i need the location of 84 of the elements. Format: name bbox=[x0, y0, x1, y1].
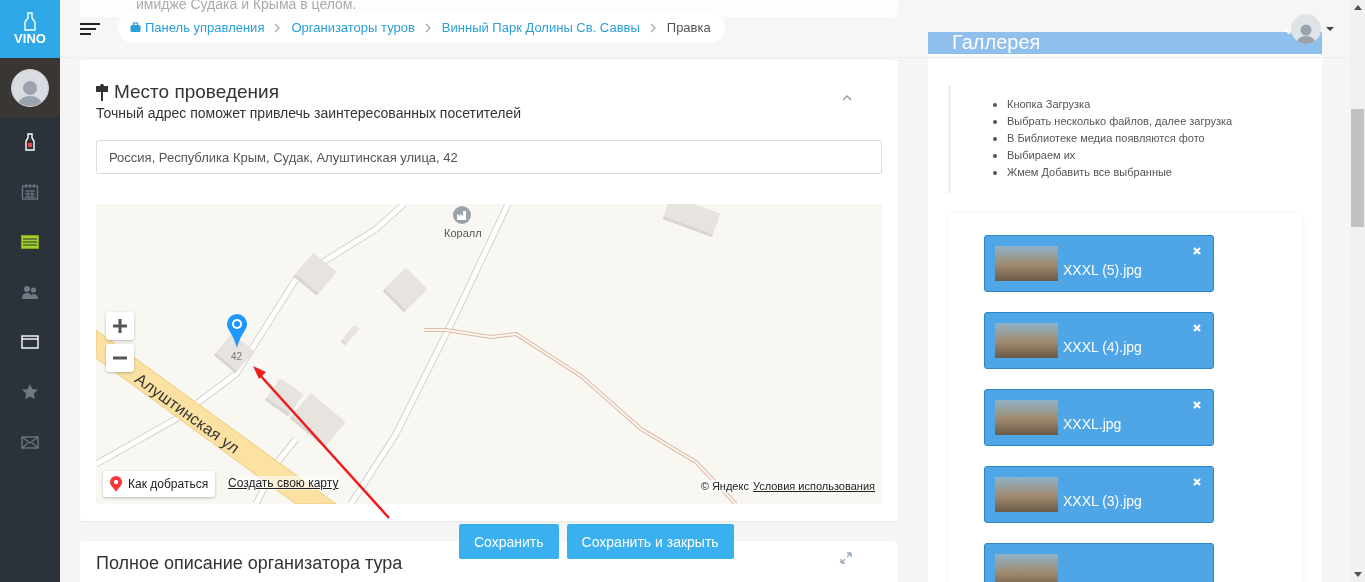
copyright-text: © Яндекс bbox=[700, 480, 749, 492]
terms-link[interactable]: Условия использования bbox=[752, 480, 875, 492]
users-icon bbox=[21, 283, 39, 301]
signpost-icon bbox=[96, 83, 108, 101]
photo-placeholder bbox=[995, 400, 1058, 435]
list-item: Жмем Добавить все выбранные bbox=[1007, 165, 1172, 180]
bottle-icon bbox=[21, 12, 39, 31]
remove-button[interactable] bbox=[1193, 401, 1201, 409]
zoom-out-button[interactable] bbox=[106, 344, 134, 372]
map-pin-icon bbox=[226, 313, 248, 349]
list-item: Кнопка Загрузка bbox=[1007, 97, 1091, 112]
logo-text: VINO bbox=[14, 31, 46, 46]
menu-button[interactable] bbox=[80, 22, 100, 35]
chevron-icon bbox=[424, 22, 432, 33]
photo-placeholder bbox=[995, 246, 1058, 281]
minus-icon bbox=[113, 356, 127, 360]
avatar[interactable] bbox=[11, 69, 49, 107]
file-item[interactable]: XXXL (5).jpg bbox=[984, 235, 1214, 292]
remove-button[interactable] bbox=[1193, 478, 1201, 486]
file-name: XXXL (3).jpg bbox=[1063, 493, 1142, 509]
close-icon bbox=[1193, 478, 1201, 486]
file-name: XXXL (5).jpg bbox=[1063, 262, 1142, 278]
scroll-up-icon[interactable] bbox=[1353, 5, 1362, 10]
route-button[interactable]: Как добраться bbox=[103, 471, 216, 497]
map-label: 42 bbox=[231, 351, 243, 362]
building-shape bbox=[340, 322, 360, 348]
section-title: Полное описание организатора тура bbox=[96, 552, 403, 574]
list-item: В Библиотеке медиа появляются фото bbox=[1007, 131, 1205, 146]
address-field[interactable]: Россия, Республика Крым, Судак, Алуштинская улица, 42 bbox=[96, 140, 882, 174]
remove-button[interactable] bbox=[1193, 324, 1201, 332]
collapse-button[interactable] bbox=[842, 94, 852, 101]
bullet-icon bbox=[993, 170, 997, 175]
bullet-icon bbox=[993, 136, 997, 141]
photo-placeholder bbox=[995, 477, 1058, 512]
chevron-icon bbox=[649, 22, 657, 33]
expand-button[interactable] bbox=[840, 552, 852, 564]
panel-title: Галлерея bbox=[952, 31, 1042, 54]
close-icon bbox=[1193, 247, 1201, 255]
save-and-close-button[interactable]: Сохранить и закрыть bbox=[566, 524, 734, 559]
bullet-icon bbox=[993, 153, 997, 158]
chevron-up-icon bbox=[842, 94, 852, 101]
photo-placeholder bbox=[995, 323, 1058, 358]
factory-icon bbox=[453, 206, 471, 224]
description-text: имидже Судака и Крыма в целом. bbox=[136, 0, 358, 12]
user-avatar[interactable] bbox=[1291, 13, 1321, 44]
window-icon bbox=[21, 333, 39, 351]
caret-icon[interactable] bbox=[1326, 26, 1334, 31]
section-subtitle: Точный адрес поможет привлечь заинтересованных посетителей bbox=[96, 105, 523, 121]
breadcrumb-link[interactable]: Панель управления bbox=[130, 20, 265, 35]
expand-icon bbox=[840, 552, 852, 564]
location-pin-icon bbox=[110, 476, 122, 492]
file-item[interactable]: XXXL.jpg bbox=[984, 389, 1214, 446]
zoom-in-button[interactable] bbox=[106, 312, 134, 340]
menu-icon bbox=[80, 22, 100, 35]
map-label: Коралл bbox=[444, 227, 482, 239]
close-icon bbox=[1193, 401, 1201, 409]
section-title: Место проведения bbox=[114, 80, 279, 104]
scroll-down-icon[interactable] bbox=[1353, 572, 1362, 577]
list-icon bbox=[21, 233, 39, 251]
envelope-icon bbox=[21, 433, 39, 451]
bullet-icon bbox=[993, 119, 997, 124]
breadcrumb-link[interactable]: Винный Парк Долины Св. Саввы bbox=[441, 20, 640, 35]
bullet-icon bbox=[993, 102, 997, 107]
file-name: XXXL.jpg bbox=[1063, 416, 1122, 432]
person-silhouette-icon bbox=[16, 78, 44, 106]
breadcrumb-link[interactable]: Организаторы туров bbox=[291, 20, 415, 35]
scrollbar-thumb[interactable] bbox=[1351, 109, 1364, 227]
briefcase-icon bbox=[130, 22, 141, 33]
breadcrumb-current: Правка bbox=[666, 20, 711, 35]
calendar-icon bbox=[21, 183, 39, 201]
file-item[interactable]: XXXL (3).jpg bbox=[984, 466, 1214, 523]
close-icon bbox=[1193, 324, 1201, 332]
create-map-link[interactable]: Создать свою карту bbox=[228, 476, 339, 490]
plus-icon bbox=[113, 319, 127, 333]
star-icon bbox=[21, 383, 39, 401]
logo[interactable]: VINO bbox=[0, 0, 60, 58]
photo-placeholder bbox=[995, 554, 1058, 582]
file-item[interactable]: XXXL (4).jpg bbox=[984, 312, 1214, 369]
list-item: Выбираем их bbox=[1007, 148, 1076, 163]
chevron-icon bbox=[274, 22, 282, 33]
list-item: Выбрать несколько файлов, далее загрузка bbox=[1007, 114, 1233, 129]
file-name: XXXL (4).jpg bbox=[1063, 339, 1142, 355]
remove-button[interactable] bbox=[1193, 247, 1201, 255]
save-button[interactable]: Сохранить bbox=[459, 524, 559, 559]
